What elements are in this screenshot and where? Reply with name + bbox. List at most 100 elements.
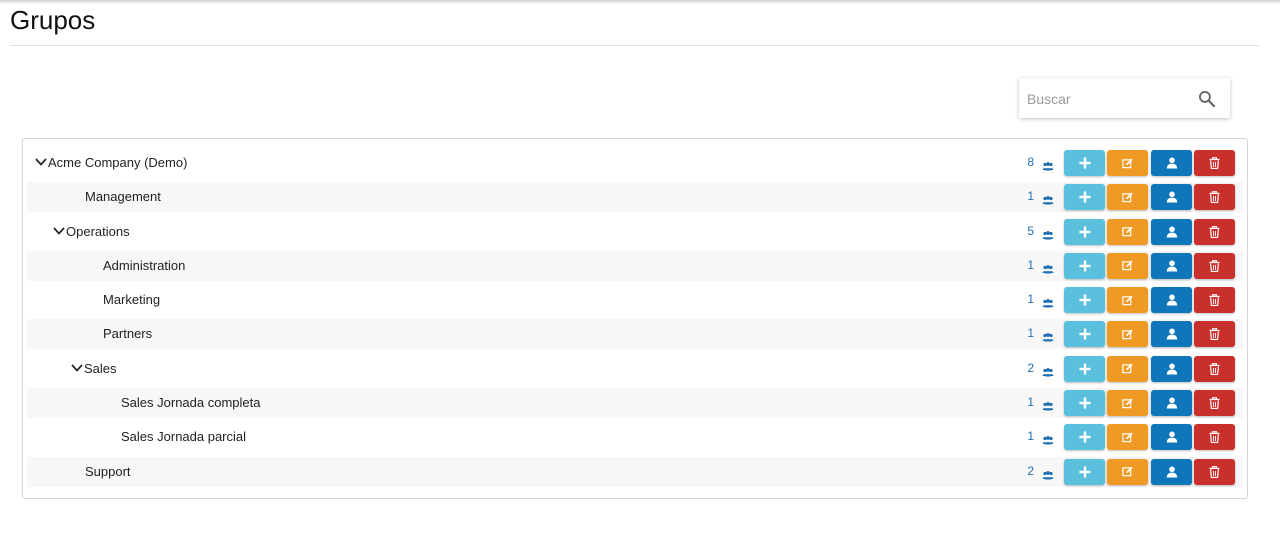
edit-group-button[interactable]: [1107, 287, 1148, 314]
group-icon[interactable]: [1042, 158, 1054, 171]
member-count[interactable]: 1: [1014, 326, 1034, 340]
edit-icon: [1122, 226, 1133, 237]
edit-group-button[interactable]: [1107, 252, 1148, 279]
manage-users-button[interactable]: [1151, 321, 1192, 348]
delete-group-button[interactable]: [1194, 390, 1235, 417]
user-icon: [1166, 157, 1178, 169]
delete-group-button[interactable]: [1194, 355, 1235, 382]
group-name[interactable]: Acme Company (Demo): [48, 155, 187, 170]
add-subgroup-button[interactable]: [1064, 184, 1105, 211]
group-name[interactable]: Management: [85, 189, 161, 204]
search-icon[interactable]: [1197, 89, 1217, 109]
chevron-down-icon[interactable]: [34, 155, 48, 169]
manage-users-button[interactable]: [1151, 390, 1192, 417]
delete-group-button[interactable]: [1194, 424, 1235, 451]
group-icon[interactable]: [1042, 329, 1054, 342]
delete-group-button[interactable]: [1194, 252, 1235, 279]
group-row-sales: Sales 2: [27, 354, 1243, 384]
edit-icon: [1122, 192, 1133, 203]
edit-group-button[interactable]: [1107, 184, 1148, 211]
member-count[interactable]: 1: [1014, 292, 1034, 306]
manage-users-button[interactable]: [1151, 424, 1192, 451]
add-subgroup-button[interactable]: [1064, 150, 1105, 176]
edit-group-button[interactable]: [1107, 218, 1148, 245]
group-name[interactable]: Operations: [66, 224, 130, 239]
add-subgroup-button[interactable]: [1064, 218, 1105, 245]
group-tree: Acme Company (Demo) 8 Management 1 Operation…: [27, 148, 1243, 491]
manage-users-button[interactable]: [1151, 355, 1192, 382]
edit-icon: [1122, 398, 1133, 409]
user-icon: [1166, 260, 1178, 272]
group-row-marketing: Marketing 1: [27, 285, 1243, 315]
group-row-sales-jornada-completa: Sales Jornada completa 1: [27, 388, 1243, 419]
chevron-down-icon[interactable]: [52, 224, 66, 238]
group-icon[interactable]: [1042, 295, 1054, 308]
edit-icon: [1122, 432, 1133, 443]
group-name[interactable]: Sales Jornada parcial: [121, 429, 246, 444]
chevron-down-icon[interactable]: [70, 361, 84, 375]
member-count[interactable]: 8: [1014, 155, 1034, 169]
plus-icon: [1079, 397, 1091, 409]
group-icon[interactable]: [1042, 467, 1054, 480]
edit-group-button[interactable]: [1107, 424, 1148, 451]
group-icon[interactable]: [1042, 227, 1054, 240]
edit-group-button[interactable]: [1107, 355, 1148, 382]
delete-group-button[interactable]: [1194, 150, 1235, 176]
edit-group-button[interactable]: [1107, 150, 1148, 176]
group-name[interactable]: Marketing: [103, 292, 160, 307]
plus-icon: [1079, 328, 1091, 340]
member-count[interactable]: 2: [1014, 361, 1034, 375]
plus-icon: [1079, 226, 1091, 238]
delete-group-button[interactable]: [1194, 184, 1235, 211]
delete-group-button[interactable]: [1194, 321, 1235, 348]
group-name[interactable]: Sales: [84, 361, 117, 376]
add-subgroup-button[interactable]: [1064, 321, 1105, 348]
group-name[interactable]: Support: [85, 464, 131, 479]
edit-group-button[interactable]: [1107, 321, 1148, 348]
edit-group-button[interactable]: [1107, 458, 1148, 485]
trash-icon: [1209, 294, 1220, 307]
delete-group-button[interactable]: [1194, 287, 1235, 314]
group-name[interactable]: Partners: [103, 326, 152, 341]
trash-icon: [1209, 328, 1220, 341]
group-icon[interactable]: [1042, 398, 1054, 411]
trash-icon: [1209, 225, 1220, 238]
title-divider: [10, 45, 1260, 46]
manage-users-button[interactable]: [1151, 458, 1192, 485]
search-input[interactable]: [1025, 86, 1194, 112]
manage-users-button[interactable]: [1151, 252, 1192, 279]
group-row-support: Support 2: [27, 456, 1243, 487]
group-row-acme-company-demo: Acme Company (Demo) 8: [27, 148, 1243, 178]
group-name[interactable]: Sales Jornada completa: [121, 395, 260, 410]
add-subgroup-button[interactable]: [1064, 458, 1105, 485]
member-count[interactable]: 1: [1014, 395, 1034, 409]
group-icon[interactable]: [1042, 261, 1054, 274]
user-icon: [1166, 226, 1178, 238]
edit-icon: [1122, 158, 1133, 169]
trash-icon: [1209, 157, 1220, 169]
manage-users-button[interactable]: [1151, 150, 1192, 176]
add-subgroup-button[interactable]: [1064, 287, 1105, 314]
member-count[interactable]: 1: [1014, 189, 1034, 203]
add-subgroup-button[interactable]: [1064, 252, 1105, 279]
member-count[interactable]: 2: [1014, 464, 1034, 478]
manage-users-button[interactable]: [1151, 287, 1192, 314]
add-subgroup-button[interactable]: [1064, 355, 1105, 382]
group-icon[interactable]: [1042, 364, 1054, 377]
delete-group-button[interactable]: [1194, 218, 1235, 245]
manage-users-button[interactable]: [1151, 218, 1192, 245]
group-icon[interactable]: [1042, 432, 1054, 445]
edit-icon: [1122, 329, 1133, 340]
group-row-administration: Administration 1: [27, 250, 1243, 281]
add-subgroup-button[interactable]: [1064, 424, 1105, 451]
add-subgroup-button[interactable]: [1064, 390, 1105, 417]
user-icon: [1166, 294, 1178, 306]
group-icon[interactable]: [1042, 192, 1054, 205]
member-count[interactable]: 5: [1014, 224, 1034, 238]
group-name[interactable]: Administration: [103, 258, 185, 273]
member-count[interactable]: 1: [1014, 258, 1034, 272]
manage-users-button[interactable]: [1151, 184, 1192, 211]
member-count[interactable]: 1: [1014, 429, 1034, 443]
edit-group-button[interactable]: [1107, 390, 1148, 417]
delete-group-button[interactable]: [1194, 458, 1235, 485]
